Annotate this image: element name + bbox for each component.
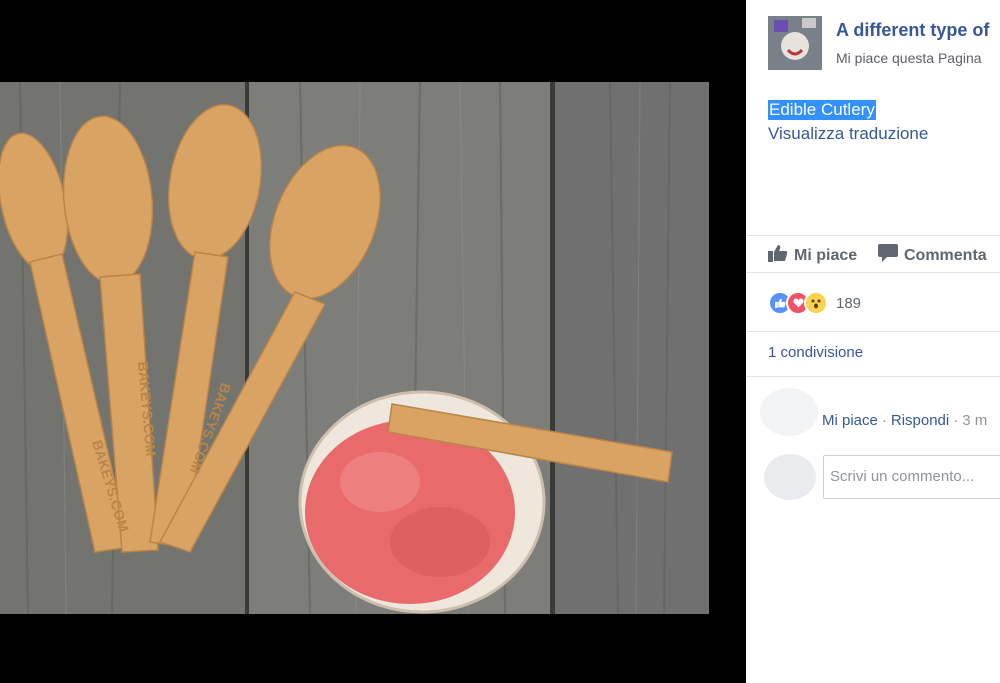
photo-viewer: BAKEYS.COM BAKEYS.COM BAKEYS.COM	[0, 0, 746, 683]
post-text: Edible Cutlery	[768, 100, 876, 120]
divider	[746, 376, 1000, 377]
comment-bubble-icon	[878, 244, 898, 267]
post-sidebar: A different type of Mi piace questa Pagi…	[746, 0, 1000, 683]
comment-button[interactable]: Commenta	[878, 244, 987, 267]
comment-avatar	[760, 388, 818, 436]
sidebar-empty-area	[746, 513, 1000, 683]
thumbs-up-icon	[768, 244, 788, 267]
page-name-link[interactable]: A different type of	[836, 20, 989, 41]
like-button[interactable]: Mi piace	[768, 244, 857, 267]
current-user-avatar	[764, 454, 816, 500]
comment-button-label: Commenta	[904, 246, 987, 264]
divider	[746, 235, 1000, 236]
comment-timestamp[interactable]: 3 m	[962, 412, 987, 429]
comment-reply-link[interactable]: Rispondi	[891, 412, 949, 429]
comment-input[interactable]: Scrivi un commento...	[823, 455, 1000, 499]
translate-link[interactable]: Visualizza traduzione	[768, 124, 928, 144]
separator-dot: ·	[953, 412, 959, 429]
separator-dot: ·	[881, 412, 887, 429]
post-photo[interactable]: BAKEYS.COM BAKEYS.COM BAKEYS.COM	[0, 82, 709, 614]
comment-input-placeholder: Scrivi un commento...	[830, 468, 975, 485]
page-avatar[interactable]	[768, 16, 822, 70]
comment-like-link[interactable]: Mi piace	[822, 412, 878, 429]
wow-icon	[804, 291, 828, 315]
comment-actions: Mi piace · Rispondi · 3 m	[822, 412, 987, 429]
divider	[746, 272, 1000, 273]
page-like-status[interactable]: Mi piace questa Pagina	[836, 50, 982, 66]
like-button-label: Mi piace	[794, 246, 858, 264]
shares-count-link[interactable]: 1 condivisione	[768, 344, 863, 361]
reaction-count: 189	[836, 294, 862, 312]
reactions-summary[interactable]: 189	[768, 291, 861, 315]
divider	[746, 331, 1000, 332]
post-panel: A different type of Mi piace questa Pagi…	[746, 0, 1000, 513]
